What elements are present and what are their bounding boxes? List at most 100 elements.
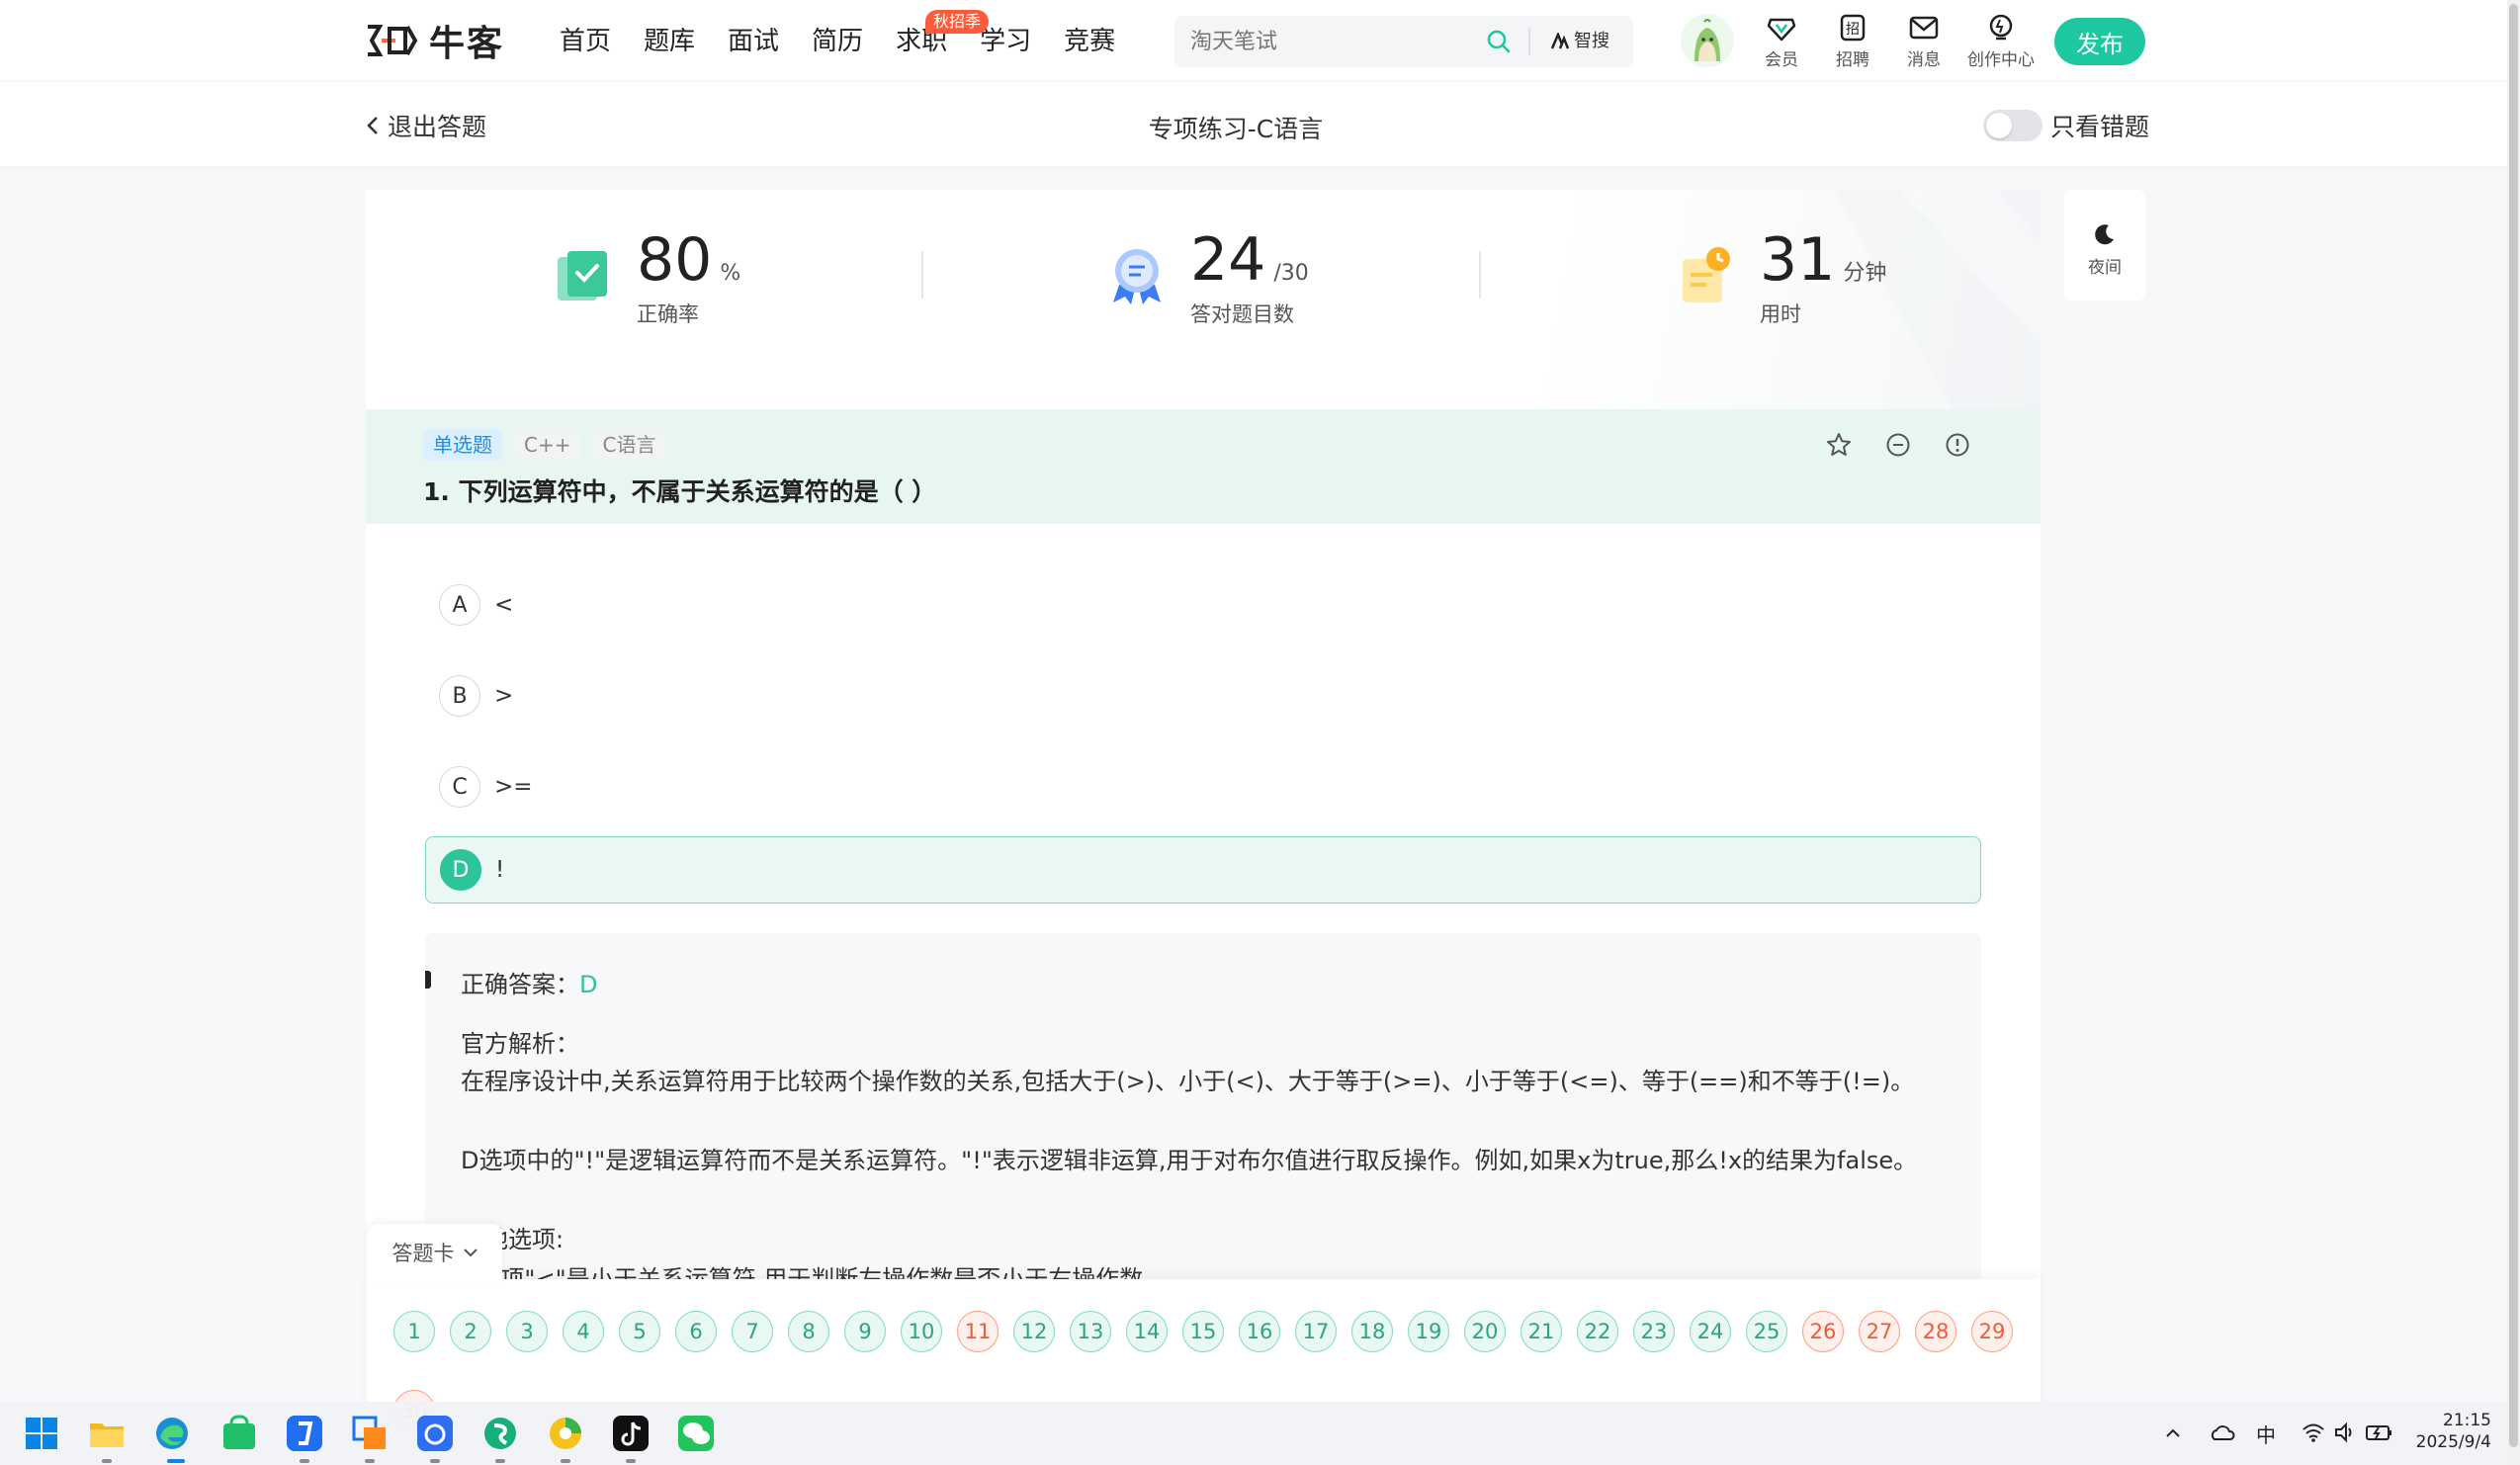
answer-card-label: 答题卡: [391, 1242, 455, 1265]
answer-card-item[interactable]: 10: [901, 1311, 942, 1352]
vertical-scrollbar[interactable]: [2507, 0, 2520, 1465]
blue-app-icon[interactable]: [285, 1414, 324, 1453]
edge-browser-icon[interactable]: [152, 1414, 192, 1453]
minus-circle-icon[interactable]: [1884, 431, 1912, 459]
search-input[interactable]: [1190, 24, 1526, 59]
brand-logo[interactable]: 牛客: [362, 18, 504, 64]
correct-answer-line: 正确答案：D: [461, 965, 597, 999]
messages-button[interactable]: 消息: [1884, 12, 1963, 70]
user-avatar[interactable]: [1681, 14, 1734, 67]
option-c[interactable]: C >=: [425, 753, 1981, 820]
onedrive-cloud-icon[interactable]: [2209, 1423, 2236, 1443]
answer-card-item[interactable]: 3: [506, 1311, 548, 1352]
answer-card-item[interactable]: 17: [1295, 1311, 1337, 1352]
answer-card-item[interactable]: 13: [1070, 1311, 1111, 1352]
accuracy-unit: %: [720, 261, 741, 286]
vip-button[interactable]: 会员: [1742, 12, 1821, 70]
stat-divider: [921, 251, 923, 299]
running-indicator: [102, 1459, 112, 1463]
system-clock[interactable]: 21:15 2025/9/4: [2402, 1410, 2491, 1453]
time-used-stat: 31 分钟 用时: [1675, 225, 1886, 328]
wrong-only-toggle-group: 只看错题: [1983, 108, 2149, 143]
creator-center-button[interactable]: 创作中心: [1961, 12, 2041, 70]
nav-home[interactable]: 首页: [560, 24, 611, 59]
answer-card-item[interactable]: 19: [1408, 1311, 1449, 1352]
tiktok-icon[interactable]: [611, 1414, 651, 1453]
scrollbar-thumb[interactable]: [2509, 4, 2518, 1447]
search-box[interactable]: 智搜: [1174, 16, 1633, 67]
question-topic-tag[interactable]: C++: [514, 429, 581, 461]
option-b[interactable]: B >: [425, 662, 1981, 730]
answer-card-item[interactable]: 7: [732, 1311, 773, 1352]
time-used-value: 31: [1760, 225, 1836, 295]
answer-card-item[interactable]: 11: [957, 1311, 999, 1352]
answer-card-item[interactable]: 1: [393, 1311, 435, 1352]
analysis-paragraph: D选项中的"!"是逻辑运算符而不是关系运算符。"!"表示逻辑非运算,用于对布尔值…: [461, 1147, 1918, 1174]
store-icon[interactable]: [219, 1414, 259, 1453]
camera-app-icon[interactable]: [415, 1414, 455, 1453]
green-app-icon[interactable]: [480, 1414, 520, 1453]
collapse-handle[interactable]: [425, 971, 431, 989]
file-explorer-icon[interactable]: [87, 1414, 127, 1453]
practice-result-card: 80 % 正确率 24 /30 答对题目数 31 分钟 用时 单选题 C++ C…: [366, 190, 2041, 1465]
answer-card-item[interactable]: 16: [1239, 1311, 1280, 1352]
answer-card-item[interactable]: 27: [1859, 1311, 1900, 1352]
answer-card-item[interactable]: 24: [1690, 1311, 1731, 1352]
report-info-icon[interactable]: [1944, 431, 1971, 459]
volume-icon[interactable]: [2333, 1422, 2357, 1443]
answer-card-item[interactable]: 26: [1802, 1311, 1844, 1352]
colorful-app-icon[interactable]: [546, 1414, 585, 1453]
answer-card-item[interactable]: 9: [844, 1311, 886, 1352]
answer-card-item[interactable]: 14: [1126, 1311, 1168, 1352]
answer-card-item[interactable]: 21: [1521, 1311, 1562, 1352]
chevron-up-icon[interactable]: [2163, 1423, 2183, 1443]
star-favorite-icon[interactable]: [1825, 431, 1853, 459]
answer-card-item[interactable]: 15: [1182, 1311, 1224, 1352]
ai-search-button[interactable]: 智搜: [1550, 28, 1609, 55]
answer-card-item[interactable]: 25: [1746, 1311, 1787, 1352]
search-divider: [1528, 28, 1530, 55]
option-a[interactable]: A <: [425, 571, 1981, 639]
ime-indicator[interactable]: 中: [2256, 1420, 2276, 1448]
mail-icon: [1909, 16, 1939, 40]
wrong-only-toggle[interactable]: [1983, 110, 2042, 141]
nav-interview[interactable]: 面试: [728, 24, 779, 59]
recruit-button[interactable]: 招 招聘: [1813, 12, 1892, 70]
battery-charging-icon[interactable]: [2365, 1422, 2392, 1443]
answer-card-item[interactable]: 20: [1464, 1311, 1506, 1352]
night-mode-button[interactable]: 夜间: [2064, 190, 2145, 301]
option-text: >: [494, 683, 514, 709]
answer-card-item[interactable]: 22: [1577, 1311, 1618, 1352]
search-icon[interactable]: [1485, 28, 1513, 55]
vip-icon: [1767, 18, 1796, 42]
question-topic-tag[interactable]: C语言: [592, 429, 666, 461]
stats-panel: 80 % 正确率 24 /30 答对题目数 31 分钟 用时: [366, 190, 2041, 409]
option-d-correct[interactable]: D !: [425, 836, 1981, 904]
nav-question-bank[interactable]: 题库: [644, 24, 695, 59]
svg-text:招: 招: [1846, 22, 1860, 38]
wifi-icon[interactable]: [2302, 1422, 2325, 1443]
correct-count-label: 答对题目数: [1190, 302, 1294, 326]
answer-card-toggle[interactable]: 答题卡: [368, 1224, 502, 1281]
answer-card-item[interactable]: 5: [619, 1311, 660, 1352]
answer-card-item[interactable]: 2: [450, 1311, 491, 1352]
windows-start-icon[interactable]: [22, 1414, 61, 1453]
answer-card-item[interactable]: 23: [1633, 1311, 1675, 1352]
award-ribbon-icon: [1113, 249, 1161, 304]
nav-contest[interactable]: 竞赛: [1064, 24, 1115, 59]
accuracy-stat: 80 % 正确率: [552, 225, 740, 328]
window-manager-icon[interactable]: [350, 1414, 390, 1453]
wechat-icon[interactable]: [676, 1414, 716, 1453]
answer-card-item[interactable]: 28: [1915, 1311, 1956, 1352]
answer-card-item[interactable]: 4: [563, 1311, 604, 1352]
answer-card-item[interactable]: 12: [1013, 1311, 1055, 1352]
ai-search-label: 智搜: [1574, 31, 1609, 51]
answer-card-item[interactable]: 29: [1971, 1311, 2013, 1352]
answer-card-item[interactable]: 6: [675, 1311, 717, 1352]
analysis-paragraph: 在程序设计中,关系运算符用于比较两个操作数的关系,包括大于(>)、小于(<)、大…: [461, 1068, 1915, 1095]
publish-button[interactable]: 发布: [2054, 18, 2145, 65]
nav-learn[interactable]: 学习: [980, 24, 1031, 59]
nav-resume[interactable]: 简历: [812, 24, 863, 59]
answer-card-item[interactable]: 18: [1351, 1311, 1393, 1352]
answer-card-item[interactable]: 8: [788, 1311, 829, 1352]
